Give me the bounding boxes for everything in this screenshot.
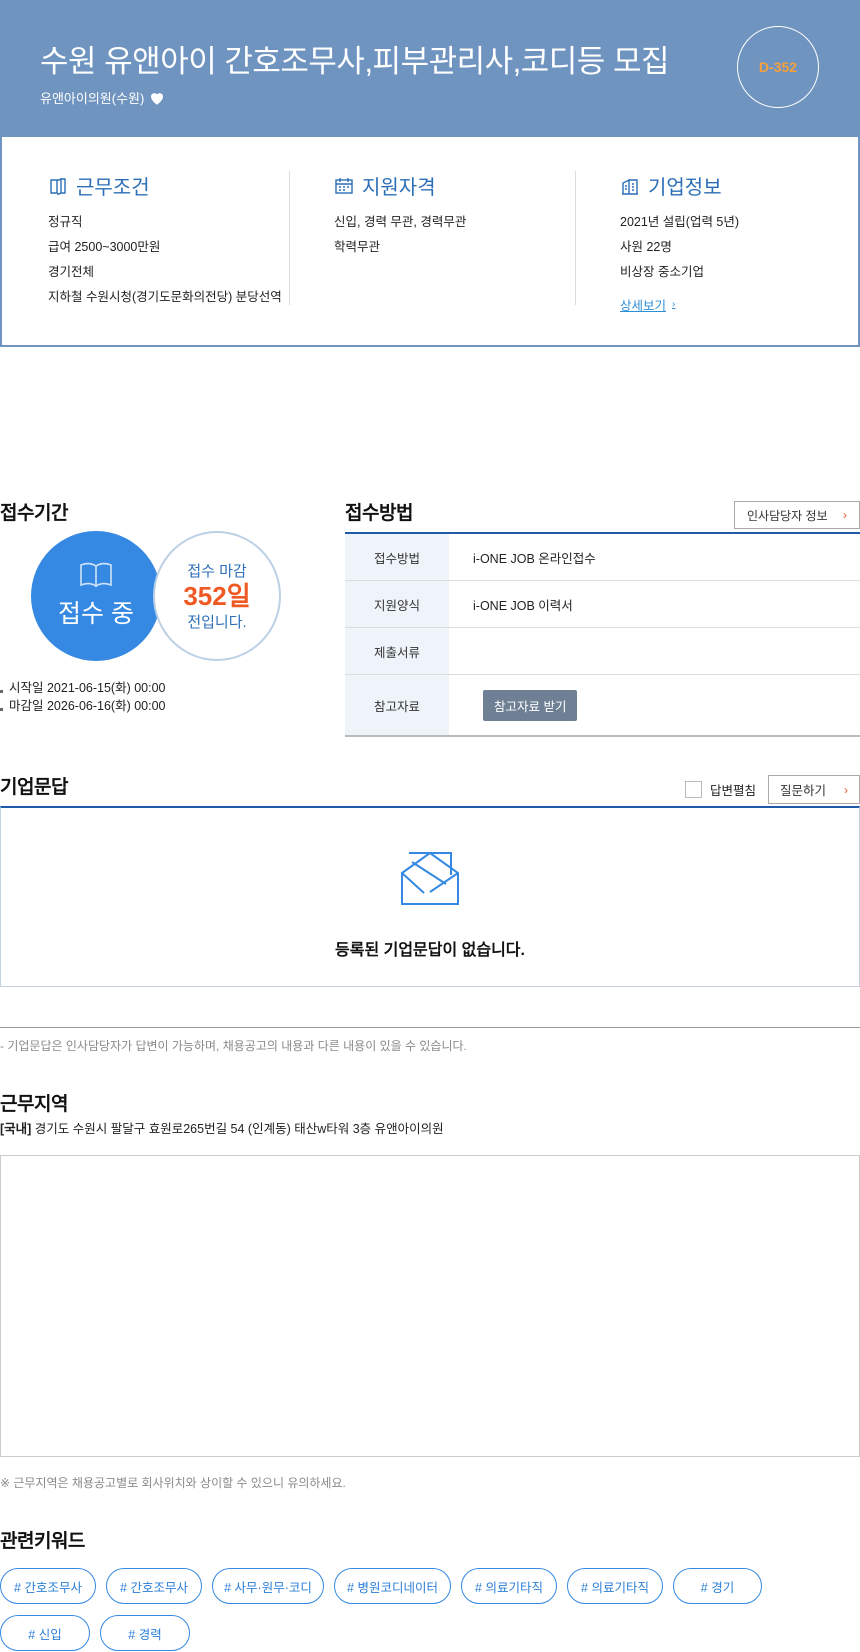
job-header: 수원 유앤아이 간호조무사,피부관리사,코디등 모집 유앤아이의원(수원) D-… (0, 0, 860, 137)
company-info-title: 기업정보 (648, 177, 722, 199)
keyword-tag[interactable]: # 의료기타직 (567, 1568, 663, 1604)
qualifications-title: 지원자격 (362, 177, 436, 199)
period-dates: 시작일 2021-06-15(화) 00:00 마감일 2026-06-16(화… (0, 679, 166, 715)
company-detail-label[interactable]: 상세보기 (620, 295, 666, 314)
corp-line: 비상장 중소기업 (620, 265, 704, 279)
address-text: 경기도 수원시 팔달구 효원로265번길 54 (인계동) 태산w타워 3층 유… (31, 1122, 444, 1136)
table-row: 지원양식 i-ONE JOB 이력서 (345, 581, 860, 628)
expand-answers-toggle[interactable]: 답변펼침 (685, 780, 756, 799)
heart-icon[interactable] (148, 89, 166, 107)
qual-line: 신입, 경력 무관, 경력무관 (334, 215, 467, 229)
start-date: 시작일 2021-06-15(화) 00:00 (9, 681, 166, 695)
corp-line: 사원 22명 (620, 240, 672, 254)
expand-answers-label: 답변펼침 (710, 784, 757, 798)
company-name-link[interactable]: 유앤아이의원(수원) (40, 88, 144, 107)
job-title: 수원 유앤아이 간호조무사,피부관리사,코디등 모집 (40, 44, 669, 79)
keyword-tag[interactable]: # 간호조무사 (0, 1568, 96, 1604)
keyword-tag[interactable]: # 신입 (0, 1615, 90, 1651)
divider (0, 1027, 860, 1028)
divider (575, 171, 576, 305)
table-row: 참고자료 참고자료 받기 (345, 675, 860, 737)
download-reference-button[interactable]: 참고자료 받기 (483, 689, 578, 721)
qualifications: 지원자격 신입, 경력 무관, 경력무관 학력무관 (334, 171, 466, 260)
ask-question-button[interactable]: 질문하기 › (768, 775, 860, 804)
row-key: 제출서류 (345, 628, 449, 674)
qna-title: 기업문답 (0, 777, 68, 798)
chevron-right-icon: › (843, 508, 847, 522)
status-text: 접수 중 (58, 600, 134, 628)
company-row: 유앤아이의원(수원) (40, 88, 166, 107)
bullet-icon (0, 707, 3, 711)
dday-badge: D-352 (737, 26, 819, 108)
keyword-tag[interactable]: # 의료기타직 (461, 1568, 557, 1604)
status-circle: 접수 중 (31, 531, 161, 661)
corp-line: 2021년 설립(업력 5년) (620, 215, 740, 229)
row-key: 지원양식 (345, 581, 449, 627)
work-conditions-title: 근무조건 (76, 177, 150, 199)
envelope-icon (401, 851, 459, 905)
work-line: 급여 2500~3000만원 (48, 240, 161, 254)
divider (289, 171, 290, 305)
work-conditions: 근무조건 정규직 급여 2500~3000만원 경기전체 지하철 수원시청(경기… (48, 171, 282, 310)
expand-answers-checkbox[interactable] (685, 781, 702, 798)
table-row: 접수방법 i-ONE JOB 온라인접수 (345, 534, 860, 581)
hr-info-button[interactable]: 인사담당자 정보 › (734, 501, 860, 529)
deadline-days: 352일 (183, 581, 251, 611)
qna-note: - 기업문답은 인사담당자가 답변이 가능하며, 채용공고의 내용과 다른 내용… (0, 1039, 467, 1053)
work-line: 지하철 수원시청(경기도문화의전당) 분당선역 (48, 290, 282, 304)
chevron-right-icon: › (672, 299, 676, 310)
keyword-tag[interactable]: # 간호조무사 (106, 1568, 202, 1604)
calendar-icon (335, 177, 353, 194)
qual-line: 학력무관 (334, 240, 381, 254)
company-detail-link[interactable]: 상세보기 › (620, 295, 675, 314)
row-value: i-ONE JOB 이력서 (473, 598, 573, 613)
qna-empty-message: 등록된 기업문답이 없습니다. (335, 942, 525, 959)
deadline-label: 접수 마감 (187, 563, 247, 580)
location-note: ※ 근무지역은 채용공고별로 회사위치와 상이할 수 있으니 유의하세요. (0, 1476, 346, 1490)
period-title: 접수기간 (0, 503, 68, 524)
company-info: 기업정보 2021년 설립(업력 5년) 사원 22명 비상장 중소기업 상세보… (620, 171, 739, 315)
keyword-tag[interactable]: # 경력 (100, 1615, 190, 1651)
row-value (449, 628, 860, 674)
work-line: 정규직 (48, 215, 83, 229)
keyword-tag[interactable]: # 사무·원무·코디 (212, 1568, 324, 1604)
end-date: 마감일 2026-06-16(화) 00:00 (9, 699, 166, 713)
qna-box: 등록된 기업문답이 없습니다. (0, 806, 860, 987)
building-icon (622, 178, 638, 195)
bullet-icon (0, 689, 3, 693)
address-region-tag: [국내] (0, 1122, 32, 1136)
chevron-right-icon: › (844, 782, 848, 797)
hr-info-label: 인사담당자 정보 (747, 508, 828, 523)
keyword-tag[interactable]: # 병원코디네이터 (334, 1568, 451, 1604)
work-line: 경기전체 (48, 265, 95, 279)
map-area[interactable] (0, 1155, 860, 1457)
table-row: 제출서류 (345, 628, 860, 675)
summary-box: 근무조건 정규직 급여 2500~3000만원 경기전체 지하철 수원시청(경기… (0, 137, 860, 347)
work-address: [국내] 경기도 수원시 팔달구 효원로265번길 54 (인계동) 태산w타워… (0, 1118, 444, 1137)
ask-question-label: 질문하기 (780, 784, 827, 798)
method-table: 접수방법 i-ONE JOB 온라인접수 지원양식 i-ONE JOB 이력서 … (345, 532, 860, 737)
keyword-tag[interactable]: # 경기 (673, 1568, 762, 1604)
keywords-title: 관련키워드 (0, 1531, 85, 1552)
row-key: 접수방법 (345, 534, 449, 580)
location-title: 근무지역 (0, 1094, 68, 1115)
deadline-suffix: 전입니다. (187, 614, 247, 631)
row-value: i-ONE JOB 온라인접수 (473, 551, 596, 566)
method-title: 접수방법 (345, 503, 413, 524)
row-key: 참고자료 (345, 675, 449, 735)
open-book-icon (80, 562, 112, 588)
deadline-circle: 접수 마감 352일 전입니다. (153, 531, 281, 661)
book-icon (50, 177, 66, 195)
